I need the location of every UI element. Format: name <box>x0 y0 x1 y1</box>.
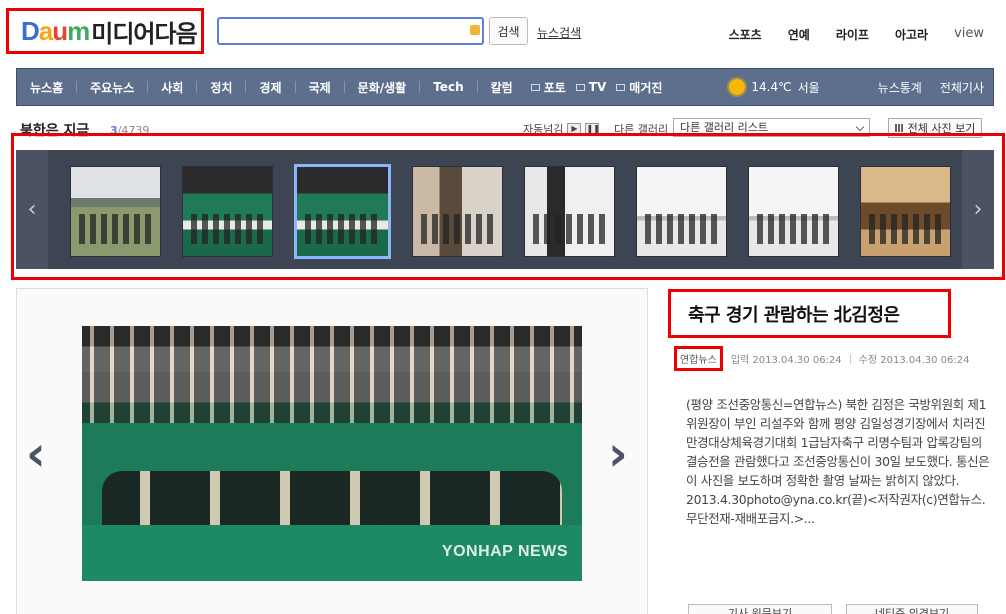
logo[interactable]: Daum 미디어다음 <box>6 8 204 54</box>
grid-icon <box>894 124 904 132</box>
search-dropdown-icon[interactable] <box>470 25 480 35</box>
top-nav-view[interactable]: view <box>941 26 984 43</box>
nav-tv[interactable]: TV <box>571 80 611 94</box>
nav-news-stats[interactable]: 뉴스통계 <box>869 79 931 96</box>
nav-column[interactable]: 칼럼 <box>478 79 526 96</box>
news-search-link[interactable]: 뉴스검색 <box>537 24 581 41</box>
top-nav-sports[interactable]: 스포츠 <box>716 26 775 43</box>
nav-economy[interactable]: 경제 <box>246 79 294 96</box>
weather-temp: 14.4℃ <box>751 80 792 94</box>
next-photo-icon[interactable]: › <box>608 430 628 478</box>
weather-widget[interactable]: 14.4℃ 서울 <box>729 79 820 96</box>
article-meta: 연합뉴스 입력 2013.04.30 06:24 수정 2013.04.30 0… <box>674 346 978 371</box>
sun-icon <box>729 79 746 95</box>
logo-text: 미디어다음 <box>91 19 197 48</box>
edit-time: 수정 2013.04.30 06:24 <box>858 355 970 366</box>
top-nav-life[interactable]: 라이프 <box>823 26 882 43</box>
search-button[interactable]: 검색 <box>489 17 528 45</box>
highlight-frame-strip <box>11 133 1005 280</box>
tv-icon <box>575 83 585 91</box>
prev-photo-icon[interactable]: ‹ <box>26 430 46 478</box>
nav-all-articles[interactable]: 전체기사 <box>931 79 993 96</box>
article-headline: 축구 경기 관람하는 北김정은 <box>688 304 900 326</box>
nav-photo[interactable]: 포토 <box>526 79 571 96</box>
article-source[interactable]: 연합뉴스 <box>674 346 723 371</box>
view-original-button[interactable]: 기사 원문보기 <box>688 604 832 614</box>
camera-icon <box>530 83 540 91</box>
main-photo[interactable]: YONHAP NEWS <box>82 326 582 581</box>
daum-logo: Daum <box>21 15 90 46</box>
magazine-icon <box>616 83 626 91</box>
headline-box: 축구 경기 관람하는 北김정은 <box>668 289 951 338</box>
nav-society[interactable]: 사회 <box>148 79 196 96</box>
nav-magazine[interactable]: 매거진 <box>611 79 667 96</box>
nav-politics[interactable]: 정치 <box>197 79 245 96</box>
nav-tech[interactable]: Tech <box>420 80 476 94</box>
nav-world[interactable]: 국제 <box>296 79 344 96</box>
input-time: 입력 2013.04.30 06:24 <box>730 355 842 366</box>
top-nav-agora[interactable]: 아고라 <box>882 26 941 43</box>
nav-news-home[interactable]: 뉴스홈 <box>17 79 76 96</box>
photo-watermark: YONHAP NEWS <box>441 543 568 560</box>
nav-main-news[interactable]: 주요뉴스 <box>77 79 147 96</box>
main-navbar: 뉴스홈 주요뉴스 사회 정치 경제 국제 문화/생활 Tech 칼럼 포토 TV… <box>16 68 994 106</box>
article-body: (평양 조선중앙통신=연합뉴스) 북한 김정은 국방위원회 제1위원장이 부인 … <box>686 397 990 526</box>
nav-culture[interactable]: 문화/생활 <box>345 79 420 96</box>
article-buttons: 기사 원문보기 네티즌 의견보기 <box>688 604 978 614</box>
weather-city: 서울 <box>797 80 820 95</box>
search-input[interactable] <box>217 17 484 45</box>
top-nav: 스포츠 연예 라이프 아고라 view <box>716 26 984 43</box>
top-nav-entertainment[interactable]: 연예 <box>775 26 823 43</box>
view-comments-button[interactable]: 네티즌 의견보기 <box>846 604 978 614</box>
